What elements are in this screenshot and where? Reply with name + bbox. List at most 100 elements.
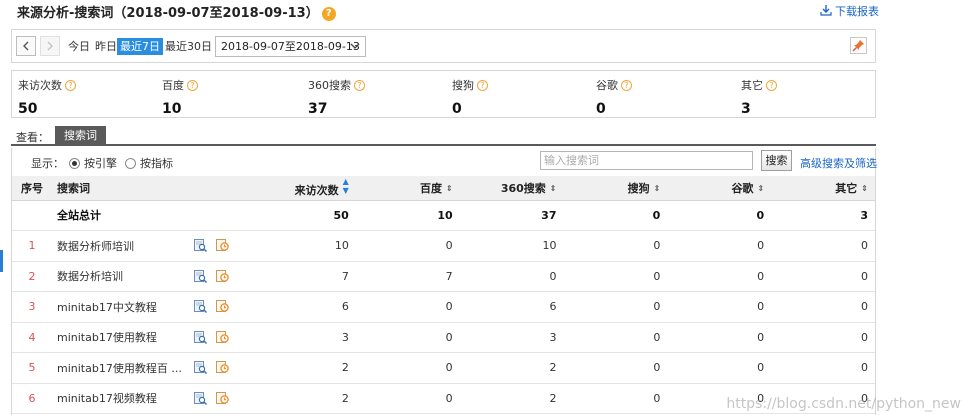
- row-index: 2: [12, 261, 52, 292]
- range-yesterday[interactable]: 昨日: [92, 38, 120, 55]
- trend-history-icon[interactable]: [214, 390, 230, 406]
- col-search-word: 搜索词: [52, 176, 192, 201]
- cell: 0: [563, 322, 668, 353]
- cell: 0: [563, 230, 668, 262]
- cell: 0: [771, 291, 875, 323]
- cell: 3: [771, 200, 875, 231]
- search-word[interactable]: minitab17视频教程: [52, 383, 192, 414]
- row-index: 6: [12, 383, 52, 414]
- pin-button[interactable]: [850, 37, 867, 54]
- cell: 0: [771, 352, 875, 384]
- search-word[interactable]: 数据分析师培训: [52, 230, 192, 262]
- view-label: 查看：: [16, 131, 49, 144]
- help-icon[interactable]: ?: [766, 80, 777, 91]
- cell: 0: [667, 322, 772, 353]
- search-detail-icon[interactable]: [192, 238, 208, 254]
- row-index: 1: [12, 230, 52, 262]
- advanced-search-link[interactable]: 高级搜索及筛选: [800, 155, 877, 171]
- download-label: 下载报表: [835, 5, 879, 18]
- cell: 0: [355, 230, 460, 262]
- help-icon[interactable]: ?: [354, 80, 365, 91]
- download-report-link[interactable]: 下载报表: [820, 3, 879, 19]
- radio-by-metric[interactable]: 按指标: [125, 155, 173, 171]
- cell: 6: [459, 291, 564, 323]
- page-title-text: 来源分析-搜索词（2018-09-07至2018-09-13）: [17, 6, 319, 21]
- next-period-button[interactable]: [40, 36, 60, 56]
- stat-value: 37: [308, 101, 328, 117]
- download-icon: [820, 4, 832, 19]
- stat-label: 搜狗: [452, 79, 474, 92]
- col-baidu[interactable]: 百度 ⇕: [355, 176, 460, 201]
- trend-history-icon[interactable]: [214, 238, 230, 254]
- tab-search-words[interactable]: 搜索词: [55, 126, 106, 146]
- stat-visits: 来访次数? 50: [18, 77, 76, 117]
- cell: 0: [667, 261, 772, 292]
- row-index: 5: [12, 352, 52, 384]
- col-other[interactable]: 其它 ⇕: [771, 176, 875, 201]
- help-icon[interactable]: ?: [477, 80, 488, 91]
- help-icon[interactable]: ?: [621, 80, 632, 91]
- cell: 0: [355, 383, 460, 414]
- date-range-select[interactable]: 2018-09-07至2018-09-13: [215, 36, 366, 57]
- cell: 0: [771, 261, 875, 292]
- search-words-table: 序号 搜索词 来访次数▲ ▼ 百度 ⇕ 360搜索 ⇕ 搜狗 ⇕ 谷歌 ⇕ 其它 ⇕ 全站总…: [11, 176, 876, 415]
- help-icon[interactable]: ?: [321, 7, 336, 21]
- stat-label: 百度: [162, 79, 184, 92]
- search-detail-icon[interactable]: [192, 268, 208, 284]
- sort-icon: ▲ ▼: [342, 177, 349, 196]
- cell: 6: [252, 291, 356, 323]
- row-index: 4: [12, 322, 52, 353]
- cell: 0: [667, 352, 772, 384]
- search-word[interactable]: minitab17中文教程: [52, 291, 192, 323]
- cell: 2: [252, 383, 356, 414]
- col-visits[interactable]: 来访次数▲ ▼: [252, 176, 356, 201]
- col-google[interactable]: 谷歌 ⇕: [667, 176, 772, 201]
- table-row: 4 minitab17使用教程 3 0 3 0 0 0: [12, 322, 875, 353]
- left-edge-marker: [0, 250, 3, 272]
- stat-baidu: 百度? 10: [162, 77, 198, 117]
- stat-value: 10: [162, 101, 182, 117]
- cell: 0: [355, 322, 460, 353]
- cell: 0: [459, 261, 564, 292]
- chevron-left-icon: [23, 41, 29, 51]
- date-toolbar: 今日 昨日 最近7日 最近30日 2018-09-07至2018-09-13: [11, 29, 876, 63]
- summary-stats: 来访次数? 50 百度? 10 360搜索? 37 搜狗? 0 谷歌? 0 其它…: [11, 70, 876, 118]
- help-icon[interactable]: ?: [187, 80, 198, 91]
- prev-period-button[interactable]: [16, 36, 36, 56]
- search-word[interactable]: minitab17使用教程: [52, 322, 192, 353]
- range-today[interactable]: 今日: [65, 38, 93, 55]
- cell: 0: [771, 322, 875, 353]
- pin-icon: [852, 40, 864, 52]
- search-detail-icon[interactable]: [192, 329, 208, 345]
- search-word[interactable]: minitab17使用教程百 ...: [52, 352, 192, 384]
- help-icon[interactable]: ?: [65, 80, 76, 91]
- radio-by-engine[interactable]: 按引擎: [69, 155, 117, 171]
- stat-value: 3: [741, 101, 751, 117]
- trend-history-icon[interactable]: [214, 329, 230, 345]
- total-label: 全站总计: [52, 200, 192, 231]
- col-360[interactable]: 360搜索 ⇕: [459, 176, 564, 201]
- search-button[interactable]: 搜索: [761, 150, 792, 171]
- chevron-right-icon: [47, 41, 53, 51]
- cell: 0: [771, 230, 875, 262]
- range-last-30-days[interactable]: 最近30日: [162, 38, 215, 55]
- cell: 2: [459, 352, 564, 384]
- col-sogou[interactable]: 搜狗 ⇕: [563, 176, 668, 201]
- trend-history-icon[interactable]: [214, 360, 230, 376]
- watermark: https://blog.csdn.net/python_new: [726, 396, 961, 412]
- stat-value: 0: [452, 101, 462, 117]
- trend-history-icon[interactable]: [214, 268, 230, 284]
- table-row-total: 全站总计 50 10 37 0 0 3: [12, 200, 875, 231]
- stat-label: 360搜索: [308, 79, 351, 92]
- search-word[interactable]: 数据分析培训: [52, 261, 192, 292]
- search-detail-icon[interactable]: [192, 390, 208, 406]
- cell: 0: [563, 200, 668, 231]
- trend-history-icon[interactable]: [214, 299, 230, 315]
- search-detail-icon[interactable]: [192, 360, 208, 376]
- search-input[interactable]: [540, 151, 753, 170]
- cell: 37: [459, 200, 564, 231]
- range-last-7-days[interactable]: 最近7日: [117, 38, 163, 55]
- search-detail-icon[interactable]: [192, 299, 208, 315]
- page-header: 来源分析-搜索词（2018-09-07至2018-09-13）? 下载报表: [17, 0, 879, 22]
- sort-icon: ⇕: [445, 183, 453, 193]
